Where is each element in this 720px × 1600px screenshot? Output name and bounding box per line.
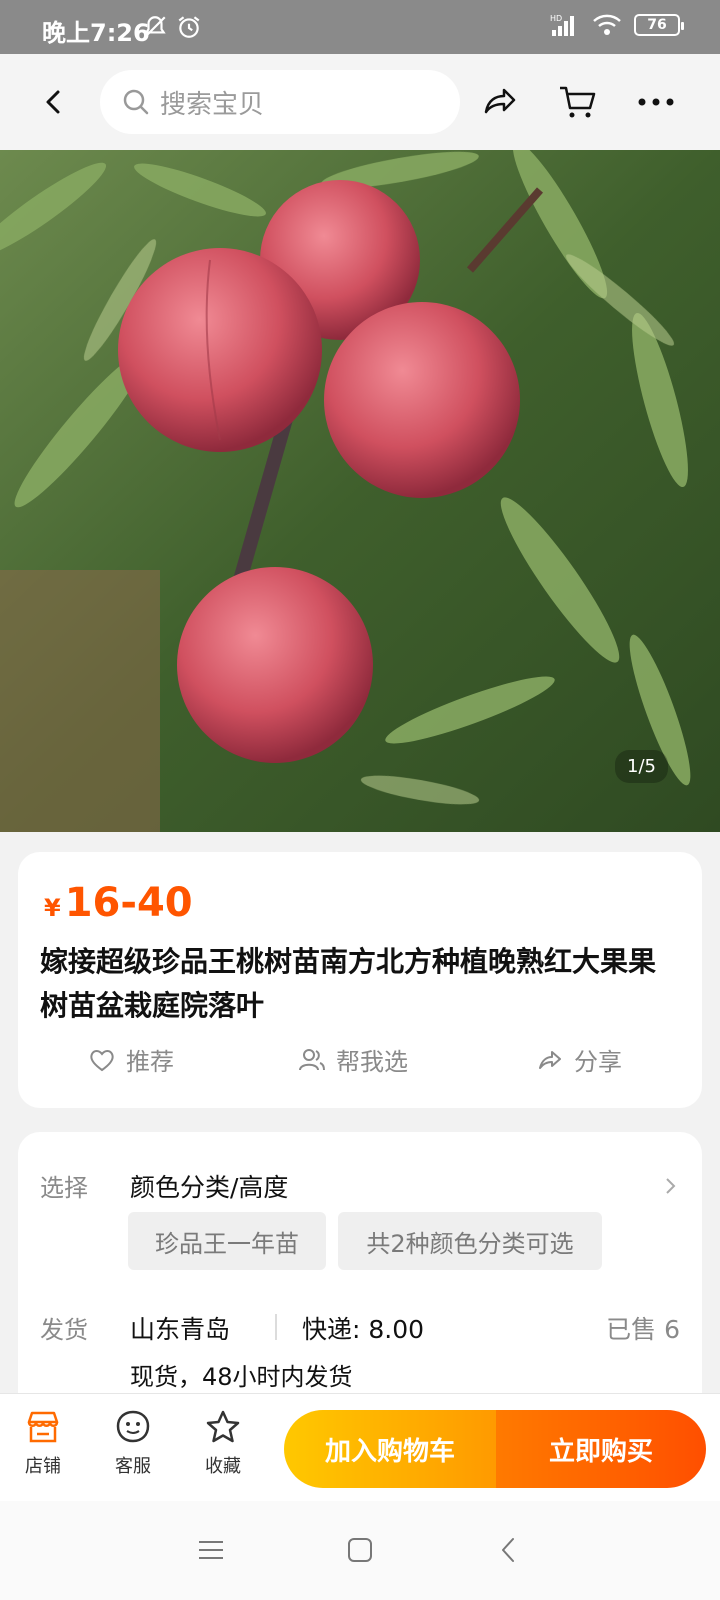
recommend-button[interactable]: 推荐 — [88, 1042, 174, 1077]
price-card: ¥16-40 嫁接超级珍品王桃树苗南方北方种植晚熟红大果果树苗盆栽庭院落叶 推荐… — [18, 852, 702, 1108]
tab-favorite[interactable]: 收藏 — [188, 1408, 258, 1478]
select-label: 选择 — [40, 1174, 88, 1202]
heart-icon — [90, 1049, 114, 1071]
stock-status: 现货，48小时内发货 — [130, 1363, 353, 1391]
sold-count: 已售 6 — [606, 1315, 680, 1344]
wifi-icon — [593, 14, 621, 35]
product-title: 嫁接超级珍品王桃树苗南方北方种植晚熟红大果果树苗盆栽庭院落叶 — [40, 945, 657, 1022]
ship-origin: 山东青岛 — [130, 1315, 231, 1344]
alarm-icon — [178, 16, 200, 38]
tab-service[interactable]: 客服 — [98, 1408, 168, 1478]
ship-label: 发货 — [40, 1316, 88, 1344]
battery-indicator: 76 — [634, 14, 684, 36]
tab-service-label: 客服 — [115, 1456, 151, 1477]
battery-level: 76 — [647, 17, 667, 33]
price: ¥16-40 — [44, 880, 193, 926]
tab-store-label: 店铺 — [25, 1456, 61, 1477]
store-icon — [27, 1411, 59, 1443]
add-to-cart-button[interactable]: 加入购物车 — [284, 1410, 496, 1488]
price-amount: 16-40 — [64, 880, 193, 926]
help-choose-label: 帮我选 — [336, 1048, 408, 1076]
share-action-button[interactable]: 分享 — [536, 1042, 622, 1077]
sku-chip[interactable]: 珍品王一年苗 — [128, 1212, 326, 1270]
bottom-action-bar: 店铺 客服 收藏 加入购物车 立即购买 — [0, 1393, 720, 1501]
tab-favorite-label: 收藏 — [205, 1456, 241, 1477]
chevron-right-icon — [666, 1178, 676, 1194]
cart-icon[interactable] — [556, 80, 600, 124]
buy-now-button[interactable]: 立即购买 — [496, 1410, 706, 1488]
mute-icon — [144, 16, 166, 38]
system-back-icon[interactable] — [492, 1533, 526, 1567]
help-choose-button[interactable]: 帮我选 — [298, 1042, 408, 1077]
sku-title: 颜色分类/高度 — [130, 1173, 289, 1202]
divider — [275, 1314, 277, 1340]
shipping-fee: 快递: 8.00 — [302, 1315, 425, 1344]
people-icon — [299, 1048, 325, 1070]
currency-symbol: ¥ — [44, 894, 61, 922]
search-icon — [123, 89, 149, 115]
network-label: HD — [550, 14, 562, 23]
recommend-label: 推荐 — [126, 1048, 174, 1076]
sku-options-chip[interactable]: 共2种颜色分类可选 — [338, 1212, 602, 1270]
status-bar: 晚上7:26 HD 76 — [0, 0, 720, 54]
peach-photo — [0, 150, 720, 832]
sku-card[interactable]: 选择 颜色分类/高度 珍品王一年苗 共2种颜色分类可选 发货 山东青岛 快递: … — [18, 1132, 702, 1422]
system-nav-bar — [0, 1501, 720, 1600]
share-icon — [539, 1050, 561, 1069]
share-icon[interactable] — [478, 80, 522, 124]
search-input[interactable]: 搜索宝贝 — [100, 70, 460, 134]
top-nav: 搜索宝贝 — [0, 54, 720, 150]
more-icon[interactable] — [634, 80, 678, 124]
back-icon[interactable] — [34, 82, 74, 122]
service-icon — [116, 1410, 150, 1443]
star-icon — [206, 1410, 240, 1443]
signal-icon: HD — [550, 14, 574, 36]
menu-icon[interactable] — [194, 1533, 228, 1567]
home-icon[interactable] — [343, 1533, 377, 1567]
image-pager: 1/5 — [615, 750, 668, 783]
product-image[interactable]: 1/5 — [0, 150, 720, 832]
share-label: 分享 — [574, 1048, 622, 1076]
tab-store[interactable]: 店铺 — [8, 1408, 78, 1478]
product-actions: 推荐 帮我选 分享 — [18, 1032, 702, 1086]
status-time: 晚上7:26 — [42, 19, 150, 47]
search-placeholder: 搜索宝贝 — [160, 89, 265, 120]
